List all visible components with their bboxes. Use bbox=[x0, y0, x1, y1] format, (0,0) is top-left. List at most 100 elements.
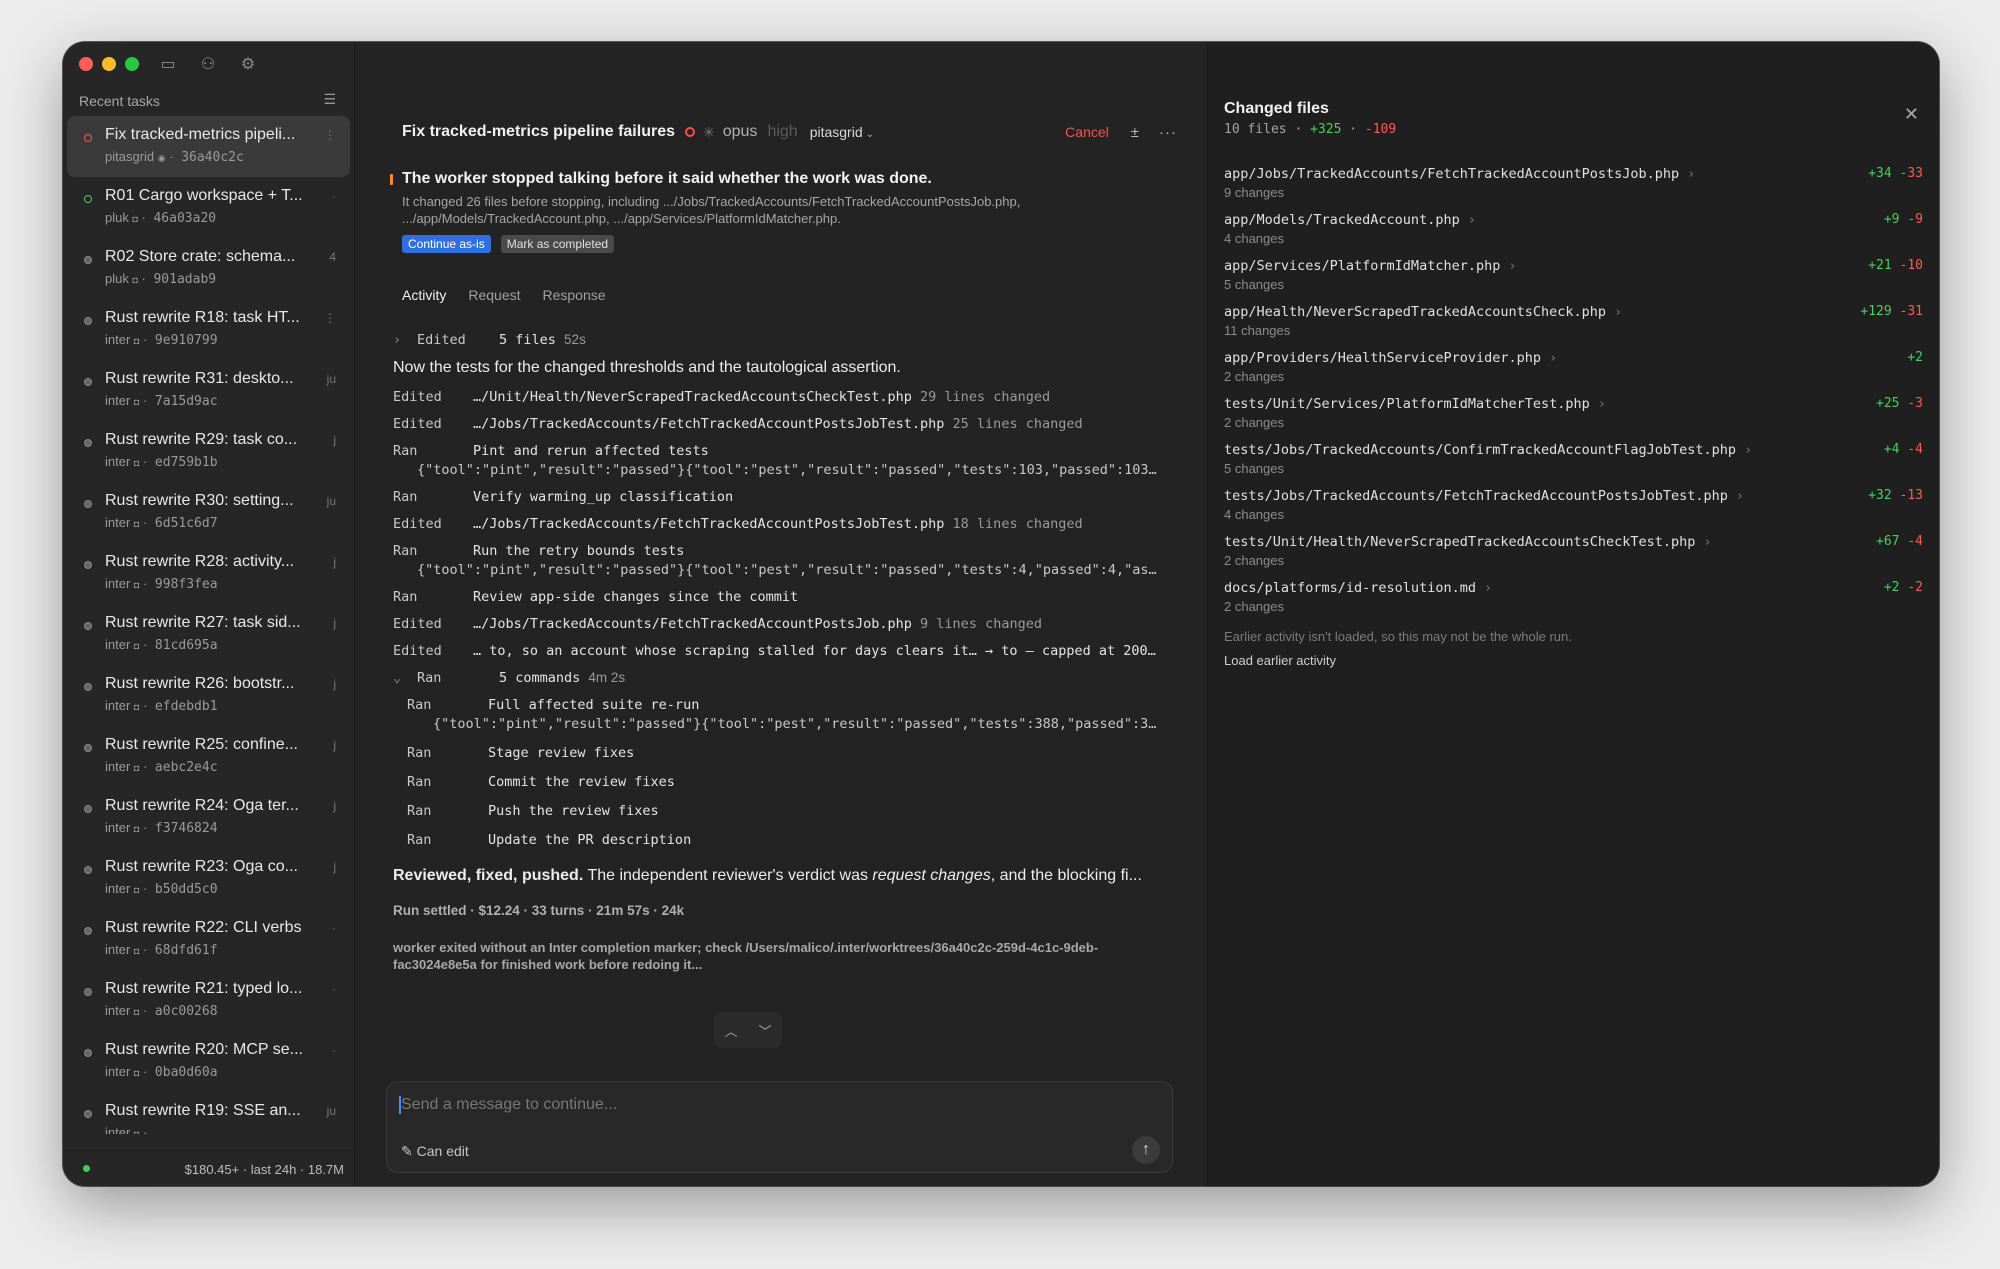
message-composer[interactable]: Send a message to continue... ✎ Can edit… bbox=[386, 1081, 1173, 1173]
changed-file-item[interactable]: app/Models/TrackedAccount.php › 4 changes +… bbox=[1224, 212, 1923, 258]
file-path: tests/Unit/Health/NeverScrapedTrackedAcc… bbox=[1224, 534, 1923, 550]
changed-file-item[interactable]: app/Providers/HealthServiceProvider.php ›… bbox=[1224, 350, 1923, 396]
task-hash: aebc2e4c bbox=[154, 760, 218, 775]
permission-toggle[interactable]: ✎ Can edit bbox=[401, 1143, 469, 1160]
send-button[interactable]: ↑ bbox=[1132, 1136, 1160, 1164]
zoom-window-button[interactable] bbox=[125, 57, 139, 71]
file-path-text: app/Health/NeverScrapedTrackedAccountsCh… bbox=[1224, 304, 1607, 320]
gear-icon[interactable]: ⚙ bbox=[239, 54, 257, 74]
task-list-item[interactable]: Rust rewrite R31: deskto... inter ◘ · 7a1… bbox=[67, 360, 350, 421]
file-deletions: -33 bbox=[1899, 166, 1923, 181]
command-row[interactable]: Ran Stage review fixes bbox=[393, 745, 1177, 774]
command-row[interactable]: Ran Update the PR description bbox=[393, 832, 1177, 861]
close-icon[interactable]: ✕ bbox=[1904, 104, 1919, 125]
changed-file-item[interactable]: app/Services/PlatformIdMatcher.php › 5 cha… bbox=[1224, 258, 1923, 304]
activity-row[interactable]: Ran Run the retry bounds tests {"tool":"p… bbox=[393, 543, 1177, 589]
task-list-item[interactable]: Rust rewrite R30: setting... inter ◘ · 6d… bbox=[67, 482, 350, 543]
group-edited-files[interactable]: › Edited 5 files 52s bbox=[393, 332, 1177, 359]
changed-files-list: app/Jobs/TrackedAccounts/FetchTrackedAcc… bbox=[1224, 166, 1923, 626]
task-list-item[interactable]: Rust rewrite R24: Oga ter... inter ◘ · f3… bbox=[67, 787, 350, 848]
command-row[interactable]: Ran Full affected suite re-run {"tool":"pi… bbox=[393, 697, 1177, 745]
activity-row[interactable]: Edited …/Jobs/TrackedAccounts/FetchTracke… bbox=[393, 616, 1177, 643]
load-earlier-button[interactable]: Load earlier activity bbox=[1224, 653, 1336, 668]
task-meta: inter ◘ · b50dd5c0 bbox=[105, 881, 218, 897]
task-list-item[interactable]: Rust rewrite R25: confine... inter ◘ · ae… bbox=[67, 726, 350, 787]
task-list-item[interactable]: Rust rewrite R18: task HT... inter ◘ · 9e… bbox=[67, 299, 350, 360]
agents-icon[interactable]: ⚇ bbox=[199, 54, 217, 74]
minimize-window-button[interactable] bbox=[102, 57, 116, 71]
activity-target: …/Jobs/TrackedAccounts/FetchTrackedAccou… bbox=[473, 516, 1083, 532]
activity-row[interactable]: Ran Review app-side changes since the com… bbox=[393, 589, 1177, 616]
composer-input[interactable]: Send a message to continue... bbox=[401, 1096, 617, 1114]
file-deletions: -2 bbox=[1907, 580, 1923, 595]
activity-row[interactable]: Edited …/Unit/Health/NeverScrapedTrackedA… bbox=[393, 389, 1177, 416]
task-list-item[interactable]: Rust rewrite R27: task sid... inter ◘ · 8… bbox=[67, 604, 350, 665]
activity-label: Pint and rerun affected tests bbox=[473, 443, 709, 459]
task-list-item[interactable]: Rust rewrite R28: activity... inter ◘ · 9… bbox=[67, 543, 350, 604]
group-ran-commands[interactable]: ⌄ Ran 5 commands 4m 2s bbox=[393, 670, 1177, 697]
task-meta: inter ◘ · a0c00268 bbox=[105, 1003, 218, 1019]
changed-file-item[interactable]: docs/platforms/id-resolution.md › 2 change… bbox=[1224, 580, 1923, 626]
model-name[interactable]: opus bbox=[723, 123, 758, 141]
changed-file-item[interactable]: tests/Jobs/TrackedAccounts/ConfirmTracke… bbox=[1224, 442, 1923, 488]
task-meta: pluk ◘ · 46a03a20 bbox=[105, 210, 217, 226]
changed-file-item[interactable]: tests/Unit/Health/NeverScrapedTrackedAcc… bbox=[1224, 534, 1923, 580]
task-meta: inter ◘ · aebc2e4c bbox=[105, 759, 218, 775]
task-list-item[interactable]: Rust rewrite R20: MCP se... inter ◘ · 0ba… bbox=[67, 1031, 350, 1092]
filter-icon[interactable]: ☰ bbox=[323, 91, 336, 108]
mark-completed-button[interactable]: Mark as completed bbox=[500, 235, 615, 253]
file-path-text: tests/Unit/Health/NeverScrapedTrackedAcc… bbox=[1224, 534, 1696, 550]
task-list-item[interactable]: Fix tracked-metrics pipeli... pitasgrid ◉… bbox=[67, 116, 350, 177]
task-list-item[interactable]: Rust rewrite R21: typed lo... inter ◘ · a… bbox=[67, 970, 350, 1031]
file-diff-stat: +21 -10 bbox=[1868, 258, 1923, 273]
task-list-item[interactable]: Rust rewrite R29: task co... inter ◘ · ed… bbox=[67, 421, 350, 482]
activity-target: …/Jobs/TrackedAccounts/FetchTrackedAccou… bbox=[473, 416, 1083, 432]
chevron-right-icon: › bbox=[1597, 396, 1606, 412]
activity-row[interactable]: Ran Pint and rerun affected tests {"tool"… bbox=[393, 443, 1177, 489]
activity-row[interactable]: Edited … to, so an account whose scraping… bbox=[393, 643, 1177, 670]
project-selector[interactable]: pitasgrid ⌄ bbox=[810, 124, 874, 140]
task-title: Fix tracked-metrics pipeline failures bbox=[402, 123, 675, 140]
continue-as-is-button[interactable]: Continue as-is bbox=[402, 235, 491, 253]
task-list-item[interactable]: R01 Cargo workspace + T... pluk ◘ · 46a03… bbox=[67, 177, 350, 238]
changed-file-item[interactable]: app/Jobs/TrackedAccounts/FetchTrackedAcc… bbox=[1224, 166, 1923, 212]
file-additions: +4 bbox=[1883, 442, 1900, 457]
activity-row[interactable]: Ran Verify warming_up classification bbox=[393, 489, 1177, 516]
task-list-item[interactable]: Rust rewrite R26: bootstr... inter ◘ · ef… bbox=[67, 665, 350, 726]
chevron-right-icon: › bbox=[1548, 350, 1558, 366]
pencil-icon: ✎ bbox=[401, 1143, 413, 1159]
file-path: app/Health/NeverScrapedTrackedAccountsCh… bbox=[1224, 304, 1923, 320]
task-status-icon bbox=[84, 988, 92, 996]
diff-toggle-button[interactable]: ± bbox=[1131, 124, 1139, 141]
activity-kind: Edited bbox=[393, 643, 442, 659]
changed-file-item[interactable]: tests/Unit/Services/PlatformIdMatcherTes… bbox=[1224, 396, 1923, 442]
command-label: Push the review fixes bbox=[488, 803, 659, 819]
task-hash: 68dfd61f bbox=[154, 943, 218, 958]
more-menu-button[interactable]: ··· bbox=[1159, 124, 1177, 141]
task-meta: inter ◘ · f3746824 bbox=[105, 820, 218, 836]
changed-file-item[interactable]: tests/Jobs/TrackedAccounts/FetchTrackedA… bbox=[1224, 488, 1923, 534]
task-list-item[interactable]: R02 Store crate: schema... pluk ◘ · 901ad… bbox=[67, 238, 350, 299]
tab-request[interactable]: Request bbox=[468, 287, 520, 303]
task-list-item[interactable]: Rust rewrite R22: CLI verbs inter ◘ · 68d… bbox=[67, 909, 350, 970]
command-row[interactable]: Ran Push the review fixes bbox=[393, 803, 1177, 832]
sidebar: ▭ ⚇ ⚙ Recent tasks ☰ Fix tracked-metrics… bbox=[63, 42, 355, 1186]
effort-level[interactable]: high bbox=[767, 123, 797, 141]
cancel-button[interactable]: Cancel bbox=[1065, 124, 1109, 140]
activity-row[interactable]: Edited …/Jobs/TrackedAccounts/FetchTracke… bbox=[393, 516, 1177, 543]
command-row[interactable]: Ran Commit the review fixes bbox=[393, 774, 1177, 803]
changed-file-item[interactable]: app/Health/NeverScrapedTrackedAccountsCh… bbox=[1224, 304, 1923, 350]
task-project: pitasgrid bbox=[105, 149, 155, 164]
sidebar-toggle-icon[interactable]: ▭ bbox=[159, 54, 177, 74]
file-path: tests/Jobs/TrackedAccounts/ConfirmTracke… bbox=[1224, 442, 1923, 458]
tab-response[interactable]: Response bbox=[543, 287, 606, 303]
task-list-item[interactable]: Rust rewrite R19: SSE an... inter ◘ · ju bbox=[67, 1092, 350, 1134]
chevron-down-icon[interactable]: ﹀ bbox=[758, 1021, 771, 1040]
task-list-item[interactable]: Rust rewrite R23: Oga co... inter ◘ · b50… bbox=[67, 848, 350, 909]
task-project: inter bbox=[105, 393, 131, 408]
tab-activity[interactable]: Activity bbox=[402, 287, 446, 303]
task-status-icon bbox=[84, 439, 92, 447]
activity-row[interactable]: Edited …/Jobs/TrackedAccounts/FetchTracke… bbox=[393, 416, 1177, 443]
chevron-up-icon[interactable]: ︿ bbox=[724, 1021, 737, 1040]
close-window-button[interactable] bbox=[79, 57, 93, 71]
